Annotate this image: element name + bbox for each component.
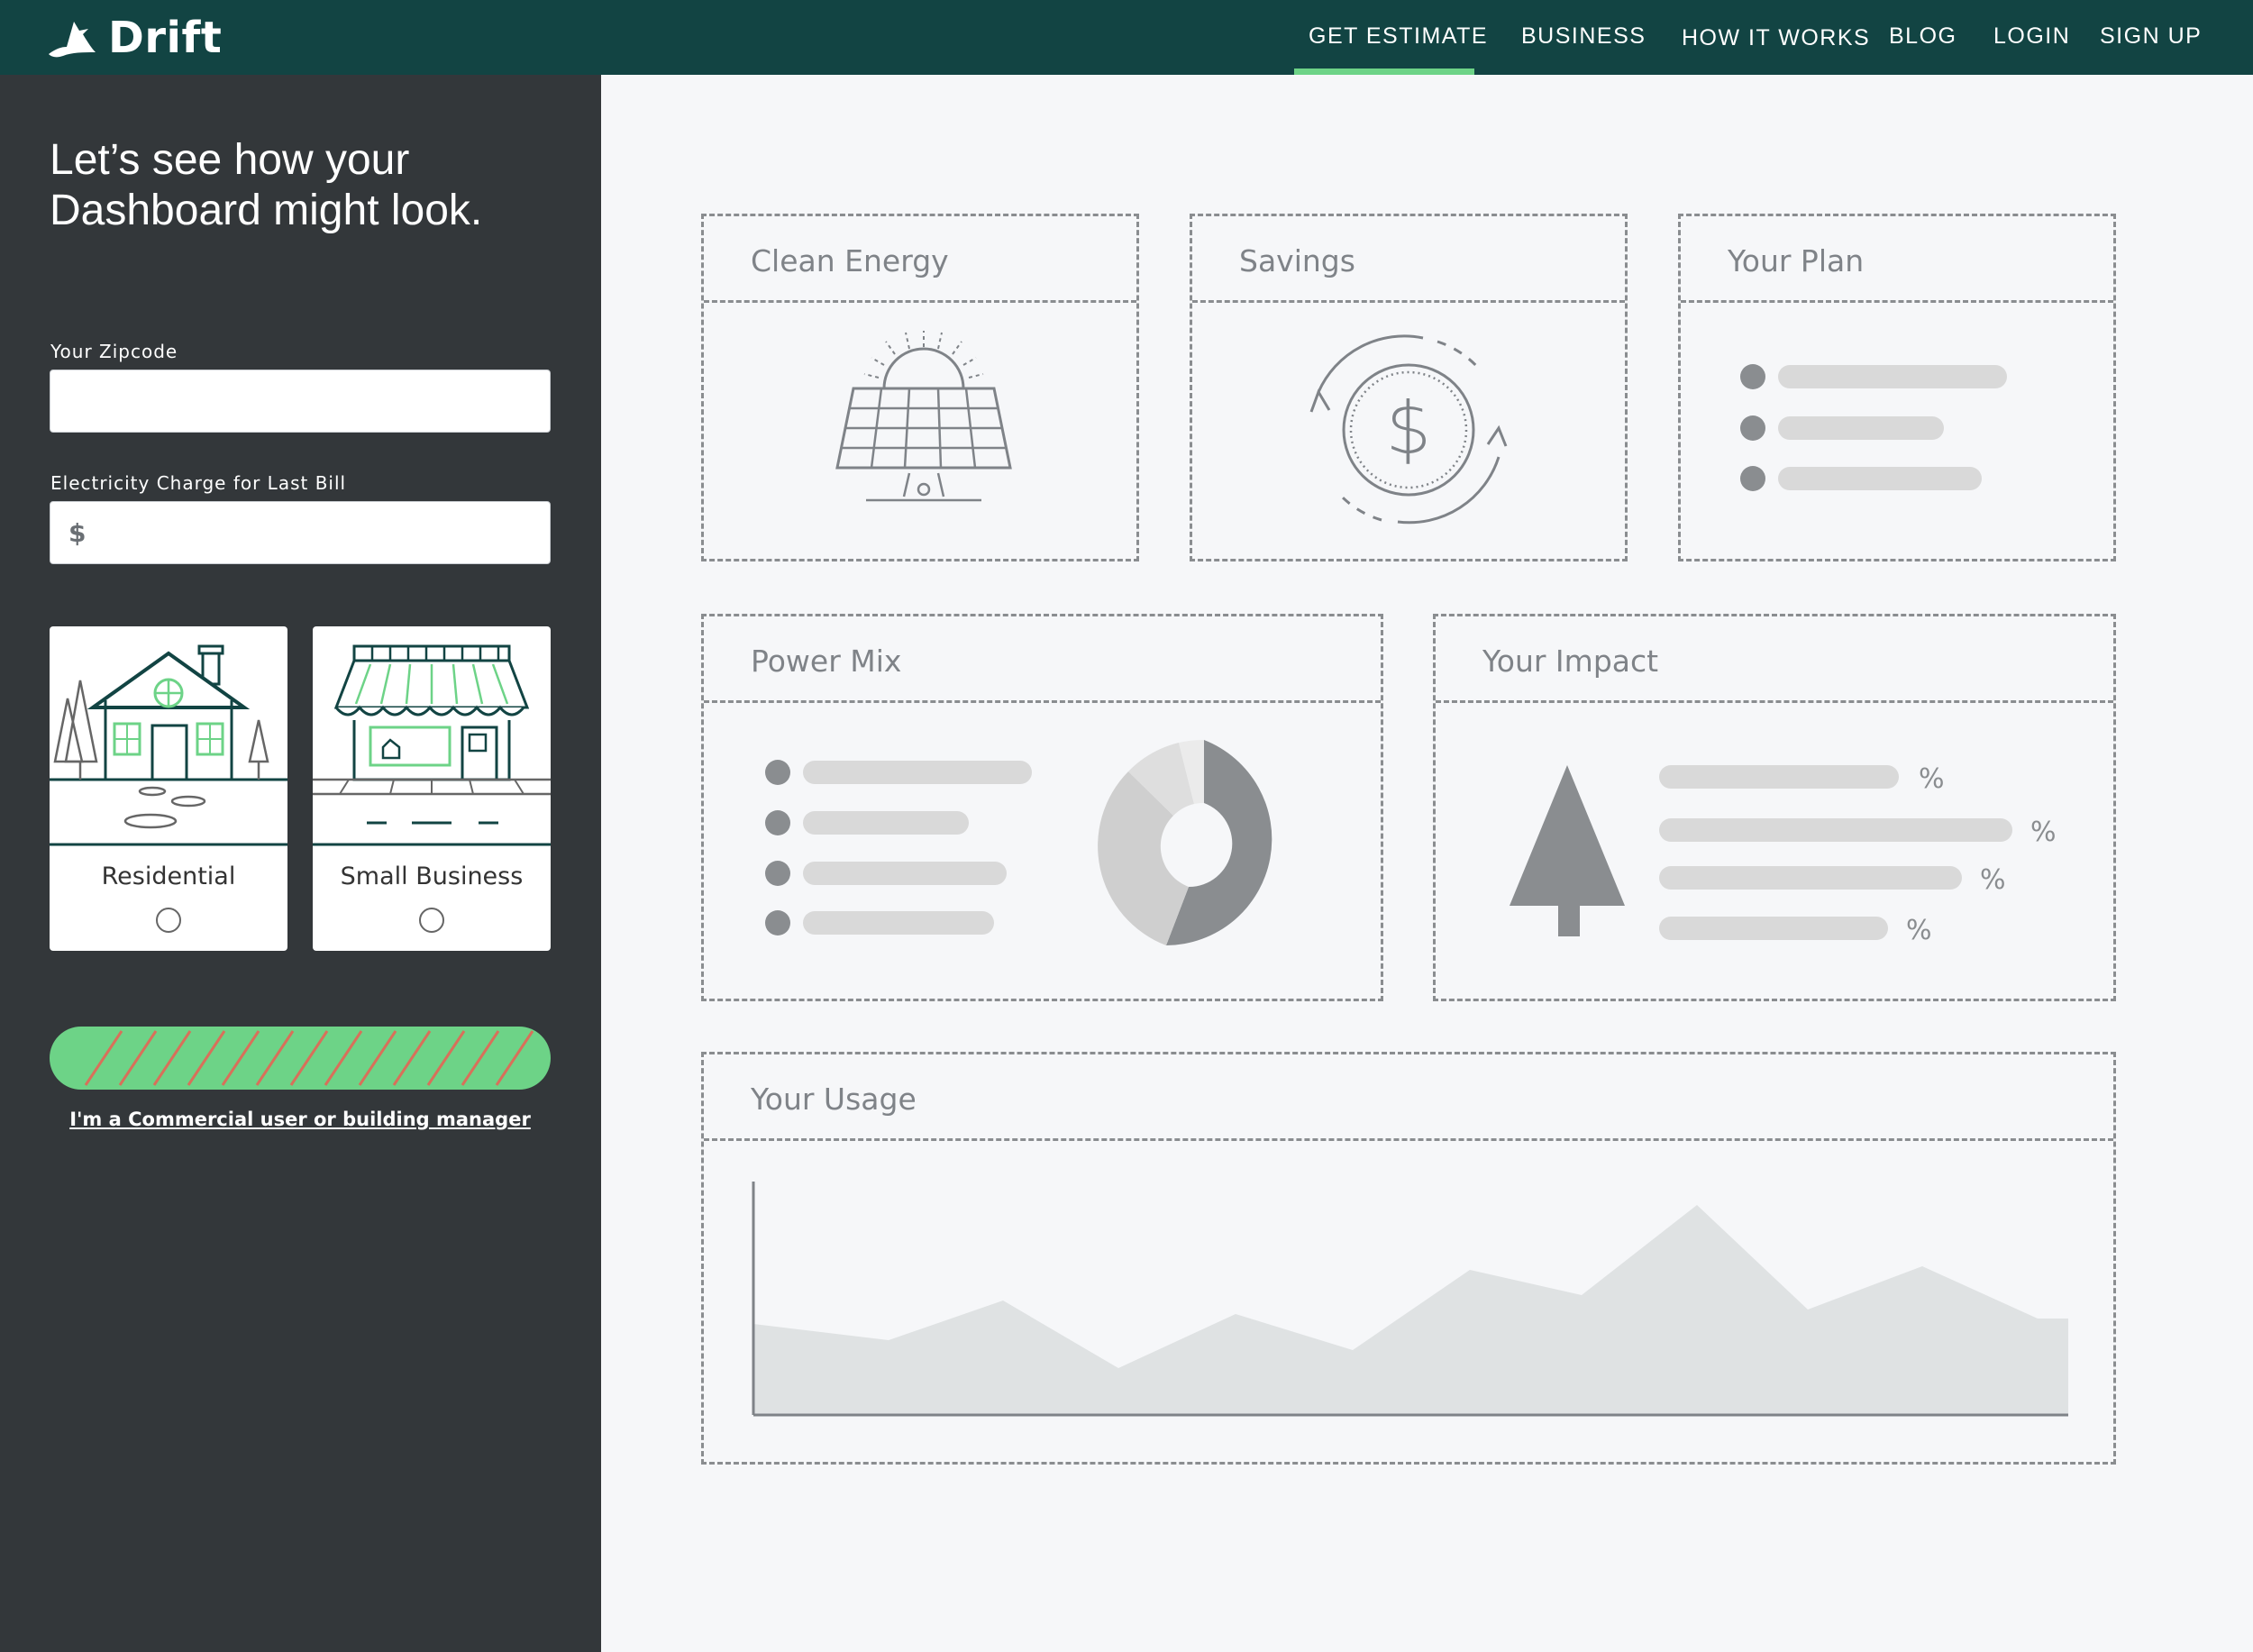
nav-how-it-works[interactable]: HOW IT WORKS [1682,25,1870,51]
plan-panel: Your Plan [1678,214,2116,561]
dollar-prefix: $ [68,518,87,548]
svg-text:$: $ [1386,387,1432,470]
bill-field[interactable]: $ [50,501,551,564]
brand-name: Drift [108,13,223,63]
residential-radio[interactable] [156,908,181,933]
power-mix-panel: Power Mix [701,614,1383,1001]
zipcode-label: Your Zipcode [50,341,178,362]
usage-panel: Your Usage [701,1052,2116,1465]
nav-get-estimate[interactable]: GET ESTIMATE [1309,23,1488,50]
active-nav-indicator [1294,68,1474,75]
small-business-radio[interactable] [419,908,444,933]
clean-energy-panel: Clean Energy [701,214,1139,561]
power-mix-placeholder [765,739,1272,945]
storefront-icon [313,644,551,846]
nav-sign-up[interactable]: SIGN UP [2100,23,2202,50]
residential-label: Residential [101,863,236,890]
impact-placeholder: % % % % [1510,763,2057,946]
solar-panel-icon [835,331,1012,502]
impact-percent-4: % [1906,915,1932,946]
sidebar-heading: Let’s see how your Dashboard might look. [50,136,483,234]
house-icon [50,644,287,846]
plan-title: Your Plan [1728,243,1865,278]
usage-chart-placeholder [752,1182,2068,1417]
power-mix-title: Power Mix [751,643,902,679]
impact-title: Your Impact [1482,643,1659,679]
nav-blog[interactable]: BLOG [1889,23,1957,50]
residential-option[interactable]: Residential [50,626,287,951]
get-estimate-button[interactable] [50,1027,551,1090]
plan-placeholder-list [1740,364,2007,491]
top-navigation-bar: Drift GET ESTIMATE BUSINESS HOW IT WORKS… [0,0,2253,75]
nav-business[interactable]: BUSINESS [1521,23,1646,50]
loading-stripes [84,1030,534,1086]
bird-logo-icon [49,22,96,58]
zipcode-field[interactable] [50,370,551,433]
commercial-user-link[interactable]: I'm a Commercial user or building manage… [50,1109,551,1130]
drift-logo[interactable]: Drift [47,13,222,63]
savings-title: Savings [1239,243,1355,278]
bill-input[interactable] [96,502,537,563]
zipcode-input[interactable] [65,370,534,432]
small-business-label: Small Business [340,863,524,890]
small-business-option[interactable]: Small Business [313,626,551,951]
impact-percent-3: % [1980,864,2006,896]
impact-panel: Your Impact % % % % [1433,614,2116,1001]
nav-login[interactable]: LOGIN [1993,23,2070,50]
bill-label: Electricity Charge for Last Bill [50,472,347,494]
usage-title: Your Usage [751,1082,917,1117]
savings-panel: Savings $ [1190,214,1628,561]
impact-percent-2: % [2030,817,2057,848]
impact-percent-1: % [1919,763,1945,795]
dollar-cycle-icon: $ [1309,334,1508,525]
tree-icon [1510,765,1625,906]
clean-energy-title: Clean Energy [751,243,949,278]
